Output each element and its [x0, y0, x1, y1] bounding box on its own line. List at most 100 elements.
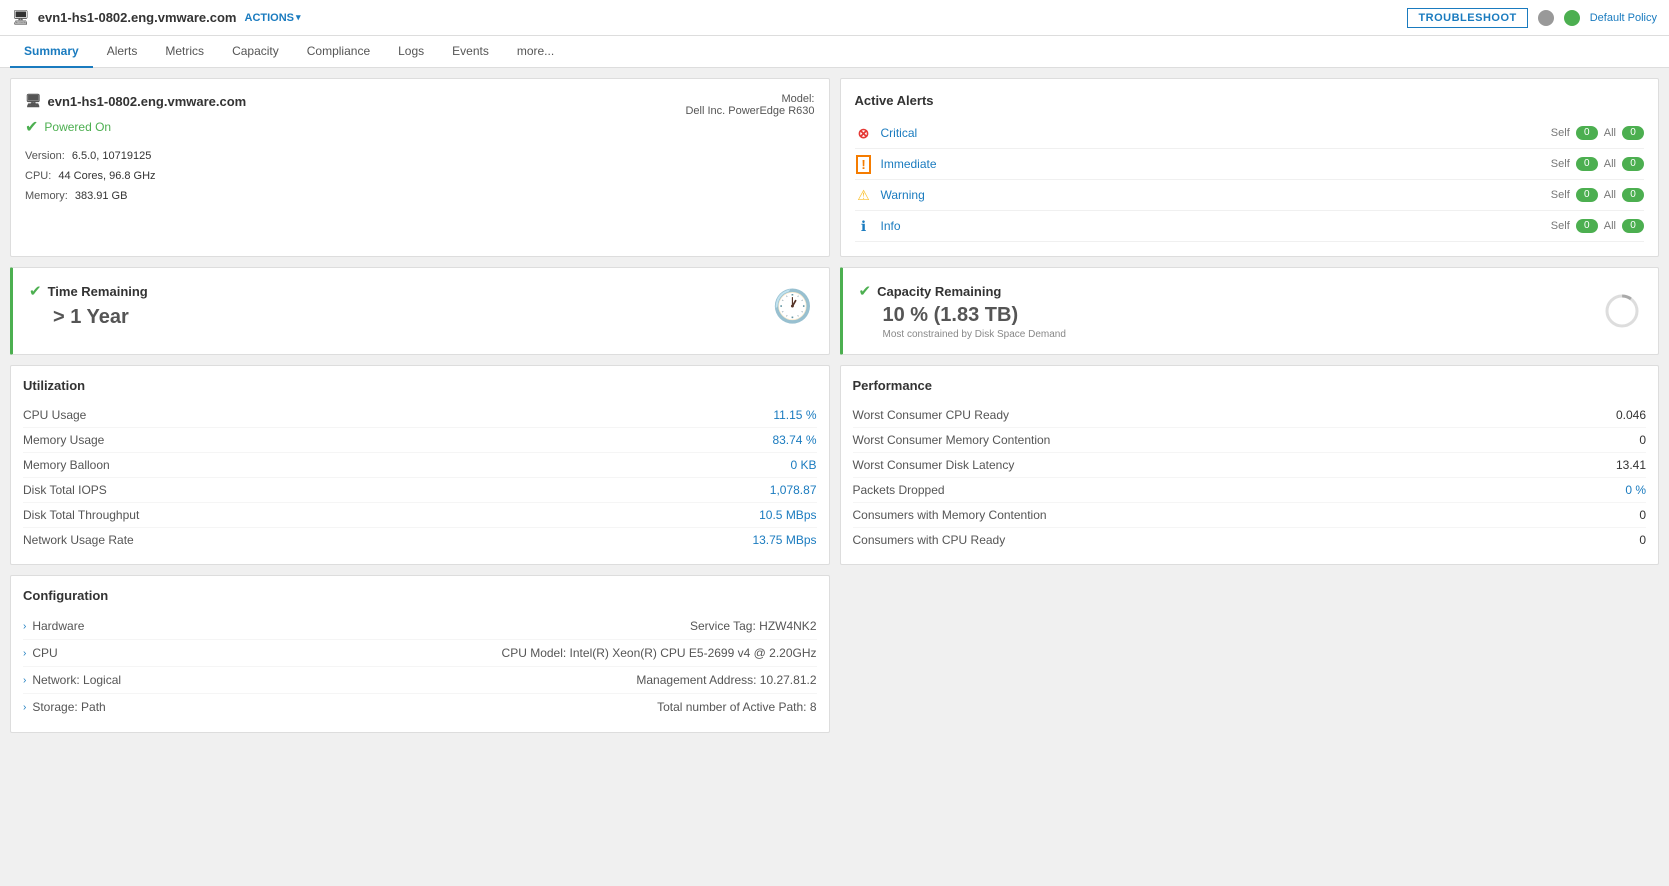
pie-chart-icon — [1602, 291, 1642, 331]
alert-immediate-row: ! Immediate Self 0 All 0 — [855, 149, 1645, 180]
capacity-remaining-card: ✔ Capacity Remaining 10 % (1.83 TB) Most… — [840, 267, 1660, 355]
host-info-card: 🖥 evn1-hs1-0802.eng.vmware.com Model: De… — [10, 78, 830, 257]
alerts-title: Active Alerts — [855, 93, 1645, 108]
immediate-badges: Self 0 All 0 — [1551, 157, 1644, 171]
warning-icon: ⚠ — [855, 186, 873, 204]
util-row-2: Memory Balloon 0 KB — [23, 453, 817, 478]
critical-label[interactable]: Critical — [881, 126, 1551, 140]
immediate-icon: ! — [855, 155, 873, 173]
performance-card: Performance Worst Consumer CPU Ready 0.0… — [840, 365, 1660, 565]
tr-inner: ✔ Time Remaining > 1 Year 🕐 — [29, 282, 813, 329]
warning-label[interactable]: Warning — [881, 188, 1551, 202]
config-left-3: › Storage: Path — [23, 700, 106, 714]
perf-row-0: Worst Consumer CPU Ready 0.046 — [853, 403, 1647, 428]
tab-logs[interactable]: Logs — [384, 36, 438, 68]
config-left-1: › CPU — [23, 646, 58, 660]
memory-row: Memory: 383.91 GB — [25, 187, 815, 207]
host-details: Version: 6.5.0, 10719125 CPU: 44 Cores, … — [25, 147, 815, 206]
config-row-3: › Storage: Path Total number of Active P… — [23, 694, 817, 720]
powered-on-icon: ✔ — [25, 117, 38, 137]
host-header-row: 🖥 evn1-hs1-0802.eng.vmware.com Model: De… — [25, 93, 815, 117]
info-self-badge: 0 — [1576, 219, 1598, 233]
performance-list: Worst Consumer CPU Ready 0.046 Worst Con… — [853, 403, 1647, 552]
top-bar-title: evn1-hs1-0802.eng.vmware.com — [38, 10, 237, 25]
time-remaining-card: ✔ Time Remaining > 1 Year 🕐 — [10, 267, 830, 355]
top-bar-left: 🖥 evn1-hs1-0802.eng.vmware.com ACTIONS ▾ — [12, 9, 301, 26]
chevron-down-icon: ▾ — [296, 12, 301, 23]
tr-value: > 1 Year — [53, 306, 148, 329]
tab-compliance[interactable]: Compliance — [293, 36, 384, 68]
tab-more[interactable]: more... — [503, 36, 568, 68]
config-title: Configuration — [23, 588, 817, 603]
critical-all-badge: 0 — [1622, 126, 1644, 140]
util-row-4: Disk Total Throughput 10.5 MBps — [23, 503, 817, 528]
alert-warning-row: ⚠ Warning Self 0 All 0 — [855, 180, 1645, 211]
critical-self-badge: 0 — [1576, 126, 1598, 140]
powered-on-label: Powered On — [44, 120, 111, 134]
host-server-icon: 🖥 — [25, 93, 42, 109]
tab-summary[interactable]: Summary — [10, 36, 93, 68]
top-bar-right: TROUBLESHOOT Default Policy — [1407, 8, 1657, 28]
config-row-2: › Network: Logical Management Address: 1… — [23, 667, 817, 694]
chevron-icon-3[interactable]: › — [23, 702, 26, 713]
status-icon-1 — [1538, 10, 1554, 26]
default-policy-link[interactable]: Default Policy — [1590, 12, 1657, 24]
cr-header: ✔ Capacity Remaining — [859, 282, 1066, 300]
chevron-icon-0[interactable]: › — [23, 621, 26, 632]
config-list: › Hardware Service Tag: HZW4NK2 › CPU CP… — [23, 613, 817, 720]
info-label[interactable]: Info — [881, 219, 1551, 233]
host-status: ✔ Powered On — [25, 117, 815, 137]
info-icon: ℹ — [855, 217, 873, 235]
cr-inner: ✔ Capacity Remaining 10 % (1.83 TB) Most… — [859, 282, 1643, 340]
perf-row-5: Consumers with CPU Ready 0 — [853, 528, 1647, 552]
troubleshoot-button[interactable]: TROUBLESHOOT — [1407, 8, 1527, 28]
top-bar: 🖥 evn1-hs1-0802.eng.vmware.com ACTIONS ▾… — [0, 0, 1669, 36]
config-left-0: › Hardware — [23, 619, 84, 633]
alert-critical-row: ⊗ Critical Self 0 All 0 — [855, 118, 1645, 149]
tr-check-icon: ✔ — [29, 282, 42, 300]
tr-title: Time Remaining — [48, 284, 148, 299]
main-content: 🖥 evn1-hs1-0802.eng.vmware.com Model: De… — [0, 68, 1669, 743]
utilization-title: Utilization — [23, 378, 817, 393]
configuration-card: Configuration › Hardware Service Tag: HZ… — [10, 575, 830, 733]
util-row-1: Memory Usage 83.74 % — [23, 428, 817, 453]
cpu-row: CPU: 44 Cores, 96.8 GHz — [25, 167, 815, 187]
chevron-icon-1[interactable]: › — [23, 648, 26, 659]
config-row-0: › Hardware Service Tag: HZW4NK2 — [23, 613, 817, 640]
host-icon: 🖥 — [12, 9, 30, 26]
immediate-label[interactable]: Immediate — [881, 157, 1551, 171]
perf-row-1: Worst Consumer Memory Contention 0 — [853, 428, 1647, 453]
warning-self-badge: 0 — [1576, 188, 1598, 202]
version-row: Version: 6.5.0, 10719125 — [25, 147, 815, 167]
host-model: Model: Dell Inc. PowerEdge R630 — [685, 93, 814, 117]
performance-title: Performance — [853, 378, 1647, 393]
actions-button[interactable]: ACTIONS ▾ — [245, 12, 301, 24]
critical-icon: ⊗ — [855, 124, 873, 142]
status-icon-2 — [1564, 10, 1580, 26]
host-title: 🖥 evn1-hs1-0802.eng.vmware.com — [25, 93, 246, 109]
cr-left: ✔ Capacity Remaining 10 % (1.83 TB) Most… — [859, 282, 1066, 340]
cr-value: 10 % (1.83 TB) — [883, 304, 1066, 327]
chevron-icon-2[interactable]: › — [23, 675, 26, 686]
tab-metrics[interactable]: Metrics — [151, 36, 218, 68]
tr-left: ✔ Time Remaining > 1 Year — [29, 282, 148, 329]
clock-icon: 🕐 — [773, 287, 813, 325]
immediate-self-badge: 0 — [1576, 157, 1598, 171]
info-badges: Self 0 All 0 — [1551, 219, 1644, 233]
utilization-list: CPU Usage 11.15 % Memory Usage 83.74 % M… — [23, 403, 817, 552]
perf-row-4: Consumers with Memory Contention 0 — [853, 503, 1647, 528]
perf-row-3: Packets Dropped 0 % — [853, 478, 1647, 503]
nav-tabs: Summary Alerts Metrics Capacity Complian… — [0, 36, 1669, 68]
cr-subtitle: Most constrained by Disk Space Demand — [883, 329, 1066, 340]
warning-all-badge: 0 — [1622, 188, 1644, 202]
util-row-3: Disk Total IOPS 1,078.87 — [23, 478, 817, 503]
critical-badges: Self 0 All 0 — [1551, 126, 1644, 140]
tab-events[interactable]: Events — [438, 36, 503, 68]
tab-capacity[interactable]: Capacity — [218, 36, 293, 68]
config-left-2: › Network: Logical — [23, 673, 121, 687]
tab-alerts[interactable]: Alerts — [93, 36, 152, 68]
active-alerts-card: Active Alerts ⊗ Critical Self 0 All 0 ! … — [840, 78, 1660, 257]
immediate-all-badge: 0 — [1622, 157, 1644, 171]
info-all-badge: 0 — [1622, 219, 1644, 233]
config-row-1: › CPU CPU Model: Intel(R) Xeon(R) CPU E5… — [23, 640, 817, 667]
